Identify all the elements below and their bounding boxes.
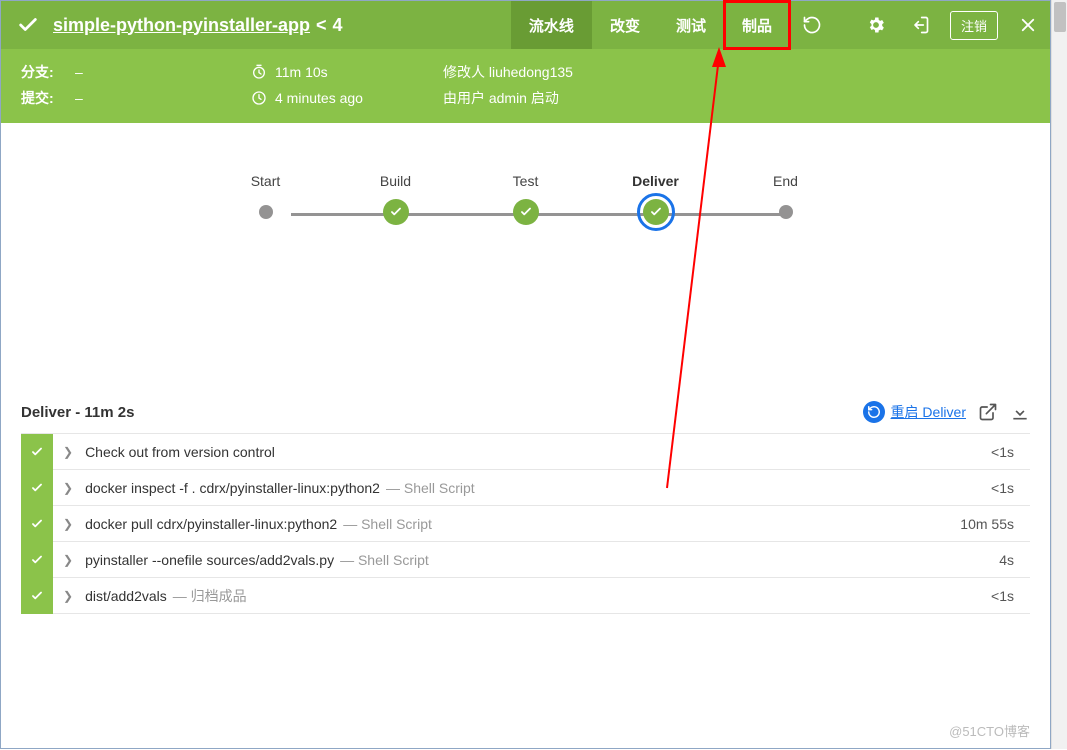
started-by: 由用户 admin 启动 — [443, 88, 559, 108]
close-button[interactable] — [1006, 1, 1050, 49]
pipeline-node-build[interactable]: Build — [331, 173, 461, 225]
header-meta: 分支: – 提交: – 11m 10s 4 minutes ago 修改人 liuh… — [1, 49, 1050, 123]
step-status-icon — [21, 506, 53, 542]
branch-label: 分支: — [21, 62, 57, 82]
exit-button[interactable] — [898, 1, 942, 49]
pipeline-graph: Start Build Test Deliver End — [1, 173, 1050, 225]
status-check-icon — [17, 14, 39, 36]
chevron-right-icon: ❯ — [63, 517, 73, 531]
step-row[interactable]: ❯ dist/add2vals— 归档成品 <1s — [21, 578, 1030, 614]
step-row[interactable]: ❯ docker pull cdrx/pyinstaller-linux:pyt… — [21, 506, 1030, 542]
app-title[interactable]: simple-python-pyinstaller-app — [53, 15, 310, 36]
time-ago: 4 minutes ago — [275, 90, 363, 106]
pipeline-node-deliver[interactable]: Deliver — [591, 173, 721, 225]
build-number: 4 — [333, 15, 343, 36]
author-value: liuhedong135 — [489, 64, 573, 80]
logout-button[interactable]: 注销 — [950, 11, 998, 40]
settings-button[interactable] — [854, 1, 898, 49]
step-status-icon — [21, 578, 53, 614]
download-icon[interactable] — [1010, 402, 1030, 422]
build-separator: < — [316, 15, 327, 36]
tab-pipeline[interactable]: 流水线 — [511, 1, 592, 49]
duration-icon — [251, 64, 267, 80]
step-row[interactable]: ❯ pyinstaller --onefile sources/add2vals… — [21, 542, 1030, 578]
step-row[interactable]: ❯ docker inspect -f . cdrx/pyinstaller-l… — [21, 470, 1030, 506]
rerun-button[interactable] — [790, 1, 834, 49]
open-external-icon[interactable] — [978, 402, 998, 422]
author-label: 修改人 — [443, 62, 485, 82]
tab-artifacts[interactable]: 制品 — [724, 1, 790, 49]
scrollbar[interactable] — [1051, 0, 1067, 749]
stage-title: Deliver - 11m 2s — [21, 404, 134, 421]
restart-icon — [863, 401, 885, 423]
tab-tests[interactable]: 测试 — [658, 1, 724, 49]
header-bar: simple-python-pyinstaller-app < 4 流水线 改变… — [1, 1, 1050, 123]
chevron-right-icon: ❯ — [63, 481, 73, 495]
restart-stage-link[interactable]: 重启 Deliver — [863, 401, 966, 423]
pipeline-node-test[interactable]: Test — [461, 173, 591, 225]
time-icon — [251, 90, 267, 106]
step-status-icon — [21, 470, 53, 506]
watermark: @51CTO博客 — [949, 721, 1030, 740]
step-status-icon — [21, 542, 53, 578]
tab-changes[interactable]: 改变 — [592, 1, 658, 49]
chevron-right-icon: ❯ — [63, 589, 73, 603]
branch-value: – — [75, 64, 83, 80]
step-list: ❯ Check out from version control <1s ❯ d… — [21, 433, 1030, 614]
commit-value: – — [75, 90, 83, 106]
tab-bar: 流水线 改变 测试 制品 注销 — [511, 1, 1050, 49]
commit-label: 提交: — [21, 88, 57, 108]
main-window: simple-python-pyinstaller-app < 4 流水线 改变… — [0, 0, 1051, 749]
chevron-right-icon: ❯ — [63, 553, 73, 567]
stage-deliver: Deliver - 11m 2s 重启 Deliver ❯ Check out … — [21, 401, 1030, 614]
chevron-right-icon: ❯ — [63, 445, 73, 459]
step-status-icon — [21, 434, 53, 470]
step-row[interactable]: ❯ Check out from version control <1s — [21, 434, 1030, 470]
duration-value: 11m 10s — [275, 64, 328, 80]
